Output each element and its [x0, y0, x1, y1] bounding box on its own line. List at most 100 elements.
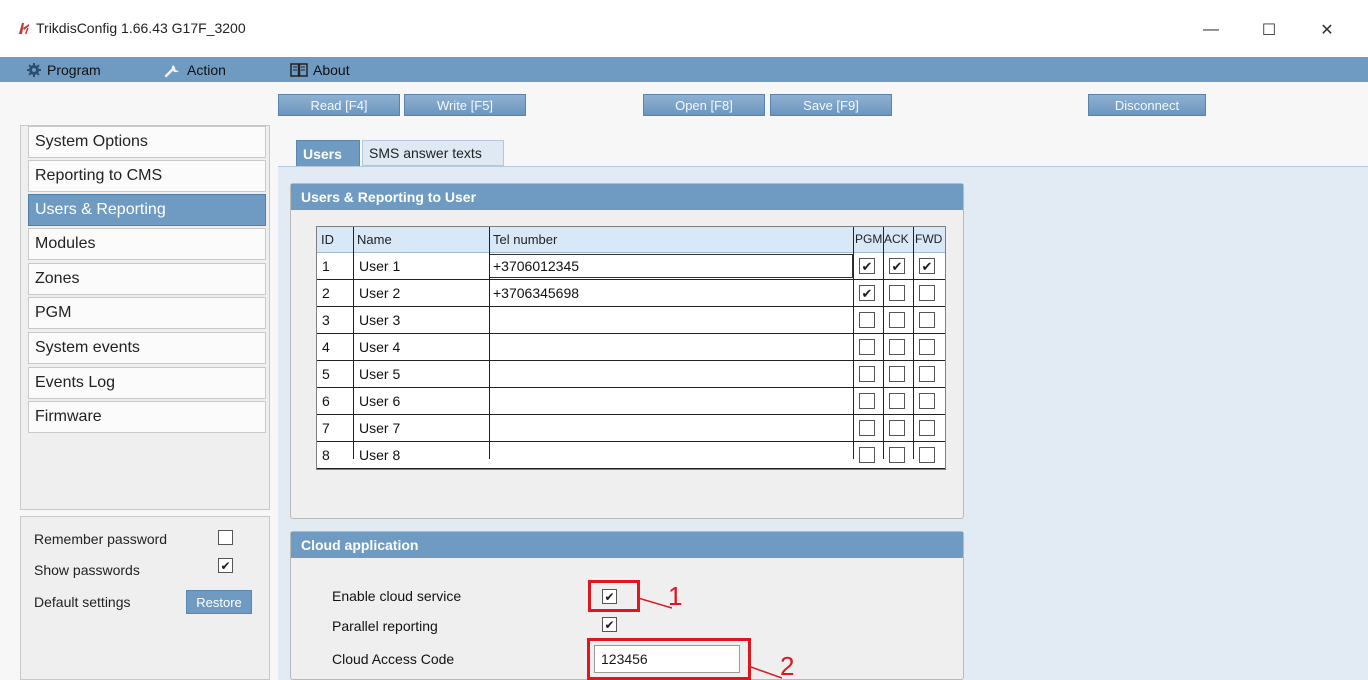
- table-row: 5 User 5: [317, 361, 945, 388]
- pgm-checkbox[interactable]: [859, 312, 875, 328]
- col-tel-header: Tel number: [493, 232, 558, 247]
- cell-name[interactable]: User 5: [359, 366, 400, 382]
- col-ack-header: ACK: [884, 232, 909, 246]
- ack-checkbox[interactable]: [889, 393, 905, 409]
- cell-name[interactable]: User 1: [359, 258, 400, 274]
- fwd-checkbox[interactable]: [919, 312, 935, 328]
- cell-name[interactable]: User 2: [359, 285, 400, 301]
- cell-name[interactable]: User 3: [359, 312, 400, 328]
- cell-tel[interactable]: +3706012345: [493, 258, 579, 274]
- ack-checkbox[interactable]: [889, 420, 905, 436]
- sidebar-item-events-log[interactable]: Events Log: [28, 367, 266, 399]
- fwd-checkbox[interactable]: [919, 339, 935, 355]
- maximize-button[interactable]: ☐: [1246, 12, 1292, 48]
- save-button[interactable]: Save [F9]: [770, 94, 892, 116]
- cell-name[interactable]: User 4: [359, 339, 400, 355]
- sidebar-item-reporting-to-cms[interactable]: Reporting to CMS: [28, 160, 266, 192]
- gear-icon: [27, 63, 41, 77]
- table-row: 8 User 8: [317, 442, 945, 469]
- menu-about-label: About: [313, 62, 350, 78]
- wrench-icon: [164, 65, 179, 78]
- cell-id: 4: [322, 339, 330, 355]
- pgm-checkbox[interactable]: [859, 420, 875, 436]
- pgm-checkbox[interactable]: [859, 393, 875, 409]
- pgm-checkbox[interactable]: ✔: [859, 285, 875, 301]
- column-divider: [489, 227, 490, 459]
- table-row: 3 User 3: [317, 307, 945, 334]
- cell-name[interactable]: User 8: [359, 447, 400, 463]
- write-button[interactable]: Write [F5]: [404, 94, 526, 116]
- col-id-header: ID: [321, 232, 334, 247]
- fwd-checkbox[interactable]: [919, 285, 935, 301]
- annotation-line-2: [748, 665, 782, 679]
- tab-sms-answer-texts[interactable]: SMS answer texts: [362, 140, 504, 166]
- enable-cloud-label: Enable cloud service: [332, 588, 462, 604]
- read-button[interactable]: Read [F4]: [278, 94, 400, 116]
- restore-button[interactable]: Restore: [186, 590, 252, 614]
- ack-checkbox[interactable]: ✔: [889, 258, 905, 274]
- book-icon: [290, 63, 308, 77]
- table-row: 2 User 2 +3706345698 ✔: [317, 280, 945, 307]
- ack-checkbox[interactable]: [889, 285, 905, 301]
- col-pgm-header: PGM: [855, 232, 883, 246]
- check-icon: ✔: [220, 558, 231, 573]
- cell-id: 6: [322, 393, 330, 409]
- fwd-checkbox[interactable]: [919, 366, 935, 382]
- show-passwords-checkbox[interactable]: ✔: [218, 558, 233, 573]
- title-bar: TrikdisConfig 1.66.43 G17F_3200 — ☐ ✕: [0, 0, 1368, 60]
- parallel-reporting-label: Parallel reporting: [332, 618, 438, 634]
- window-title: TrikdisConfig 1.66.43 G17F_3200: [36, 20, 246, 36]
- table-row: 1 User 1 +3706012345 ✔ ✔ ✔: [317, 253, 945, 280]
- menu-program-label: Program: [47, 62, 101, 78]
- fwd-checkbox[interactable]: [919, 420, 935, 436]
- sidebar-item-zones[interactable]: Zones: [28, 263, 266, 295]
- menu-program[interactable]: Program: [26, 60, 101, 80]
- menu-about[interactable]: About: [290, 60, 350, 80]
- cell-id: 1: [322, 258, 330, 274]
- cell-tel[interactable]: +3706345698: [493, 285, 579, 301]
- column-divider: [853, 227, 854, 459]
- open-button[interactable]: Open [F8]: [643, 94, 765, 116]
- minimize-button[interactable]: —: [1188, 12, 1234, 48]
- disconnect-button[interactable]: Disconnect: [1088, 94, 1206, 116]
- fwd-checkbox[interactable]: [919, 447, 935, 463]
- column-divider: [353, 227, 354, 459]
- pgm-checkbox[interactable]: [859, 447, 875, 463]
- annotation-line-1: [638, 597, 672, 609]
- cell-id: 3: [322, 312, 330, 328]
- table-row: 4 User 4: [317, 334, 945, 361]
- ack-checkbox[interactable]: [889, 339, 905, 355]
- ack-checkbox[interactable]: [889, 312, 905, 328]
- fwd-checkbox[interactable]: ✔: [919, 258, 935, 274]
- annotation-box-1: [588, 580, 640, 612]
- sidebar-item-pgm[interactable]: PGM: [28, 297, 266, 329]
- ack-checkbox[interactable]: [889, 447, 905, 463]
- sidebar-item-system-options[interactable]: System Options: [28, 126, 266, 158]
- tab-users[interactable]: Users: [296, 140, 360, 166]
- pgm-checkbox[interactable]: [859, 366, 875, 382]
- table-row: 6 User 6: [317, 388, 945, 415]
- remember-password-checkbox[interactable]: [218, 530, 233, 545]
- sidebar-item-firmware[interactable]: Firmware: [28, 401, 266, 433]
- pgm-checkbox[interactable]: ✔: [859, 258, 875, 274]
- trikdis-logo-icon: [19, 23, 29, 34]
- col-fwd-header: FWD: [915, 232, 943, 246]
- cell-id: 2: [322, 285, 330, 301]
- cell-name[interactable]: User 6: [359, 393, 400, 409]
- parallel-reporting-checkbox[interactable]: ✔: [602, 617, 617, 632]
- remember-password-label: Remember password: [34, 531, 168, 547]
- menu-action[interactable]: Action: [164, 60, 226, 80]
- close-button[interactable]: ✕: [1304, 12, 1350, 48]
- sidebar-item-modules[interactable]: Modules: [28, 228, 266, 260]
- cell-name[interactable]: User 7: [359, 420, 400, 436]
- pgm-checkbox[interactable]: [859, 339, 875, 355]
- show-passwords-label: Show passwords: [34, 562, 140, 578]
- column-divider: [913, 227, 914, 459]
- cloud-access-code-label: Cloud Access Code: [332, 651, 455, 667]
- sidebar-item-system-events[interactable]: System events: [28, 332, 266, 364]
- sidebar-item-users-reporting[interactable]: Users & Reporting: [28, 194, 266, 226]
- fwd-checkbox[interactable]: [919, 393, 935, 409]
- annotation-marker-1: 1: [668, 581, 683, 611]
- ack-checkbox[interactable]: [889, 366, 905, 382]
- cell-id: 7: [322, 420, 330, 436]
